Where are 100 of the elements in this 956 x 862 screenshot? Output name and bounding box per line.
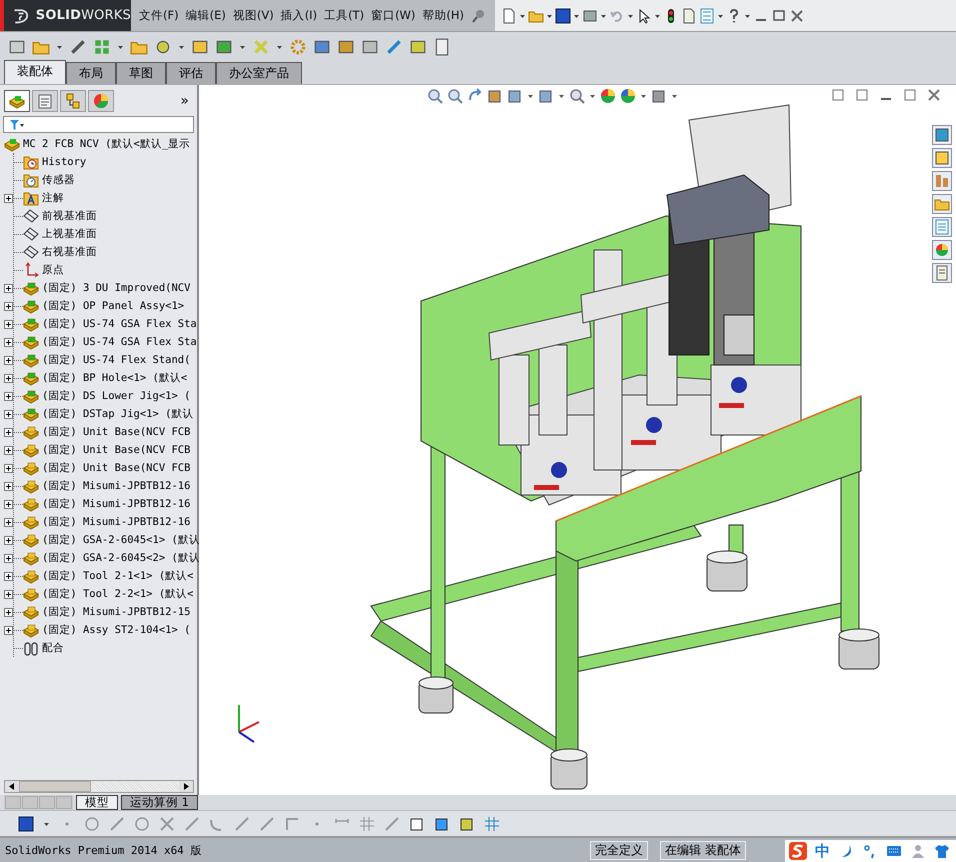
scroll-right-icon[interactable]	[179, 781, 193, 792]
panel-tab[interactable]	[32, 90, 58, 112]
tree-item[interactable]: (固定) Assy ST2-104<1> (	[42, 623, 190, 637]
expand-icon[interactable]	[4, 284, 12, 292]
menu-item[interactable]: 窗口(W)	[371, 8, 416, 23]
horizontal-scrollbar[interactable]	[4, 780, 194, 793]
tree-item[interactable]: (固定) DS Lower Jig<1> (	[42, 389, 190, 403]
maximize-icon[interactable]	[771, 8, 788, 24]
tree-item[interactable]: (固定) BP Hole<1> (默认<	[42, 371, 188, 385]
expand-icon[interactable]	[4, 410, 12, 418]
scroll-left-icon[interactable]	[5, 781, 19, 792]
model-tab[interactable]: 模型	[76, 795, 118, 810]
property-sheet-icon	[37, 93, 53, 109]
tree-item[interactable]: 注解	[42, 191, 64, 205]
product-version-text: SolidWorks Premium 2014 x64 版	[4, 842, 202, 858]
user-icon	[910, 843, 926, 859]
appearances-icon[interactable]	[932, 240, 952, 260]
expand-icon[interactable]	[4, 572, 12, 580]
tree-item[interactable]: MC 2 FCB NCV (默认<默认_显示	[23, 137, 190, 151]
expand-icon[interactable]	[4, 536, 12, 544]
expand-icon[interactable]	[4, 482, 12, 490]
tree-item[interactable]: (固定) DSTap Jig<1> (默认	[42, 407, 194, 421]
menu-item[interactable]: 插入(I)	[280, 8, 318, 23]
panel-tab[interactable]	[60, 90, 86, 112]
tree-item[interactable]: (固定) Unit Base(NCV FCB	[42, 461, 190, 475]
input-language-text: 中	[815, 842, 830, 860]
close-icon[interactable]	[926, 87, 942, 103]
appearance-icon[interactable]	[600, 88, 616, 104]
resources-icon[interactable]	[932, 125, 952, 145]
command-tab[interactable]: 草图	[116, 62, 166, 84]
tree-item[interactable]: (固定) Unit Base(NCV FCB	[42, 425, 190, 439]
expand-icon[interactable]	[4, 500, 12, 508]
view-palette-icon[interactable]	[932, 217, 952, 237]
shaded-cube-icon[interactable]	[434, 816, 450, 832]
tree-item[interactable]: (固定) Tool 2-1<1> (默认<	[42, 569, 194, 583]
tree-item[interactable]: 右视基准面	[42, 245, 97, 259]
gauge-folder-icon	[23, 172, 39, 188]
input-method-bar[interactable]: 中	[785, 840, 956, 862]
tree-item[interactable]: 传感器	[42, 173, 75, 187]
expand-icon[interactable]	[4, 608, 12, 616]
annotation-folder-icon	[23, 190, 39, 206]
tree-item[interactable]: (固定) Misumi-JPBTB12-16	[42, 479, 190, 493]
tree-item[interactable]: (固定) US-74 GSA Flex Sta	[42, 317, 197, 331]
menu-item[interactable]: 工具(T)	[324, 8, 364, 23]
tree-item[interactable]: 原点	[42, 263, 64, 277]
plane-icon	[23, 244, 39, 260]
wireframe-cube-icon[interactable]	[409, 816, 425, 832]
model-tab[interactable]: 运动算例 1	[121, 795, 198, 810]
expand-icon[interactable]	[4, 194, 12, 202]
tree-item[interactable]: 前视基准面	[42, 209, 97, 223]
expand-icon[interactable]	[4, 356, 12, 364]
tree-item[interactable]: (固定) Tool 2-2<1> (默认<	[42, 587, 194, 601]
expand-icon[interactable]	[4, 518, 12, 526]
command-tab[interactable]: 布局	[66, 62, 116, 84]
zoom-fit-icon[interactable]	[427, 88, 443, 104]
tree-item[interactable]: History	[42, 156, 86, 168]
expand-icon[interactable]	[4, 320, 12, 328]
plane-icon	[23, 226, 39, 242]
menu-item[interactable]: 帮助(H)	[422, 8, 464, 23]
expand-icon[interactable]	[4, 374, 12, 382]
tree-item[interactable]: (固定) Misumi-JPBTB12-15	[42, 605, 190, 619]
expand-icon[interactable]	[4, 446, 12, 454]
expand-icon[interactable]	[4, 428, 12, 436]
restore-icon[interactable]	[902, 87, 918, 103]
more-tabs-chevron[interactable]: »	[180, 93, 193, 109]
tree-item[interactable]: 配合	[42, 641, 64, 655]
command-tab[interactable]: 装配体	[4, 60, 66, 84]
menu-item[interactable]: 编辑(E)	[186, 8, 226, 23]
save-icon[interactable]	[555, 8, 572, 24]
checklist-icon[interactable]	[699, 8, 716, 24]
zoom-area-icon[interactable]	[447, 88, 463, 104]
expand-icon[interactable]	[4, 464, 12, 472]
tree-item[interactable]: (固定) Unit Base(NCV FCB	[42, 443, 190, 457]
tree-item[interactable]: 上视基准面	[42, 227, 97, 241]
expand-icon[interactable]	[4, 338, 12, 346]
tree-item[interactable]: (固定) OP Panel Assy<1>	[42, 299, 184, 313]
close-icon[interactable]	[789, 8, 806, 24]
tree-item[interactable]: (固定) GSA-2-6045<2> (默认	[42, 551, 200, 565]
tree-item[interactable]: (固定) GSA-2-6045<1> (默认	[42, 533, 200, 547]
tree-item[interactable]: (固定) Misumi-JPBTB12-16	[42, 497, 190, 511]
panel-tab[interactable]	[4, 90, 30, 112]
command-tab[interactable]: 办公室产品	[216, 62, 302, 84]
expand-icon[interactable]	[4, 392, 12, 400]
command-tab[interactable]: 评估	[166, 62, 216, 84]
tree-item[interactable]: (固定) Misumi-JPBTB12-16	[42, 515, 190, 529]
expand-icon[interactable]	[4, 302, 12, 310]
configuration-icon	[65, 93, 81, 109]
origin-icon	[23, 262, 39, 278]
new-document-icon[interactable]	[501, 8, 518, 24]
file-explorer-icon[interactable]	[932, 194, 952, 214]
expand-icon[interactable]	[4, 590, 12, 598]
save-icon[interactable]	[18, 816, 34, 832]
menu-item[interactable]: 文件(F)	[139, 8, 179, 23]
tree-item[interactable]: (固定) US-74 Flex Stand(	[42, 353, 190, 367]
expand-icon[interactable]	[4, 626, 12, 634]
menu-item[interactable]: 视图(V)	[232, 8, 274, 23]
expand-icon[interactable]	[4, 554, 12, 562]
tree-item[interactable]: (固定) 3 DU Improved(NCV	[42, 281, 190, 295]
tree-item[interactable]: (固定) US-74 GSA Flex Sta	[42, 335, 197, 349]
filter-field[interactable]	[3, 116, 194, 133]
